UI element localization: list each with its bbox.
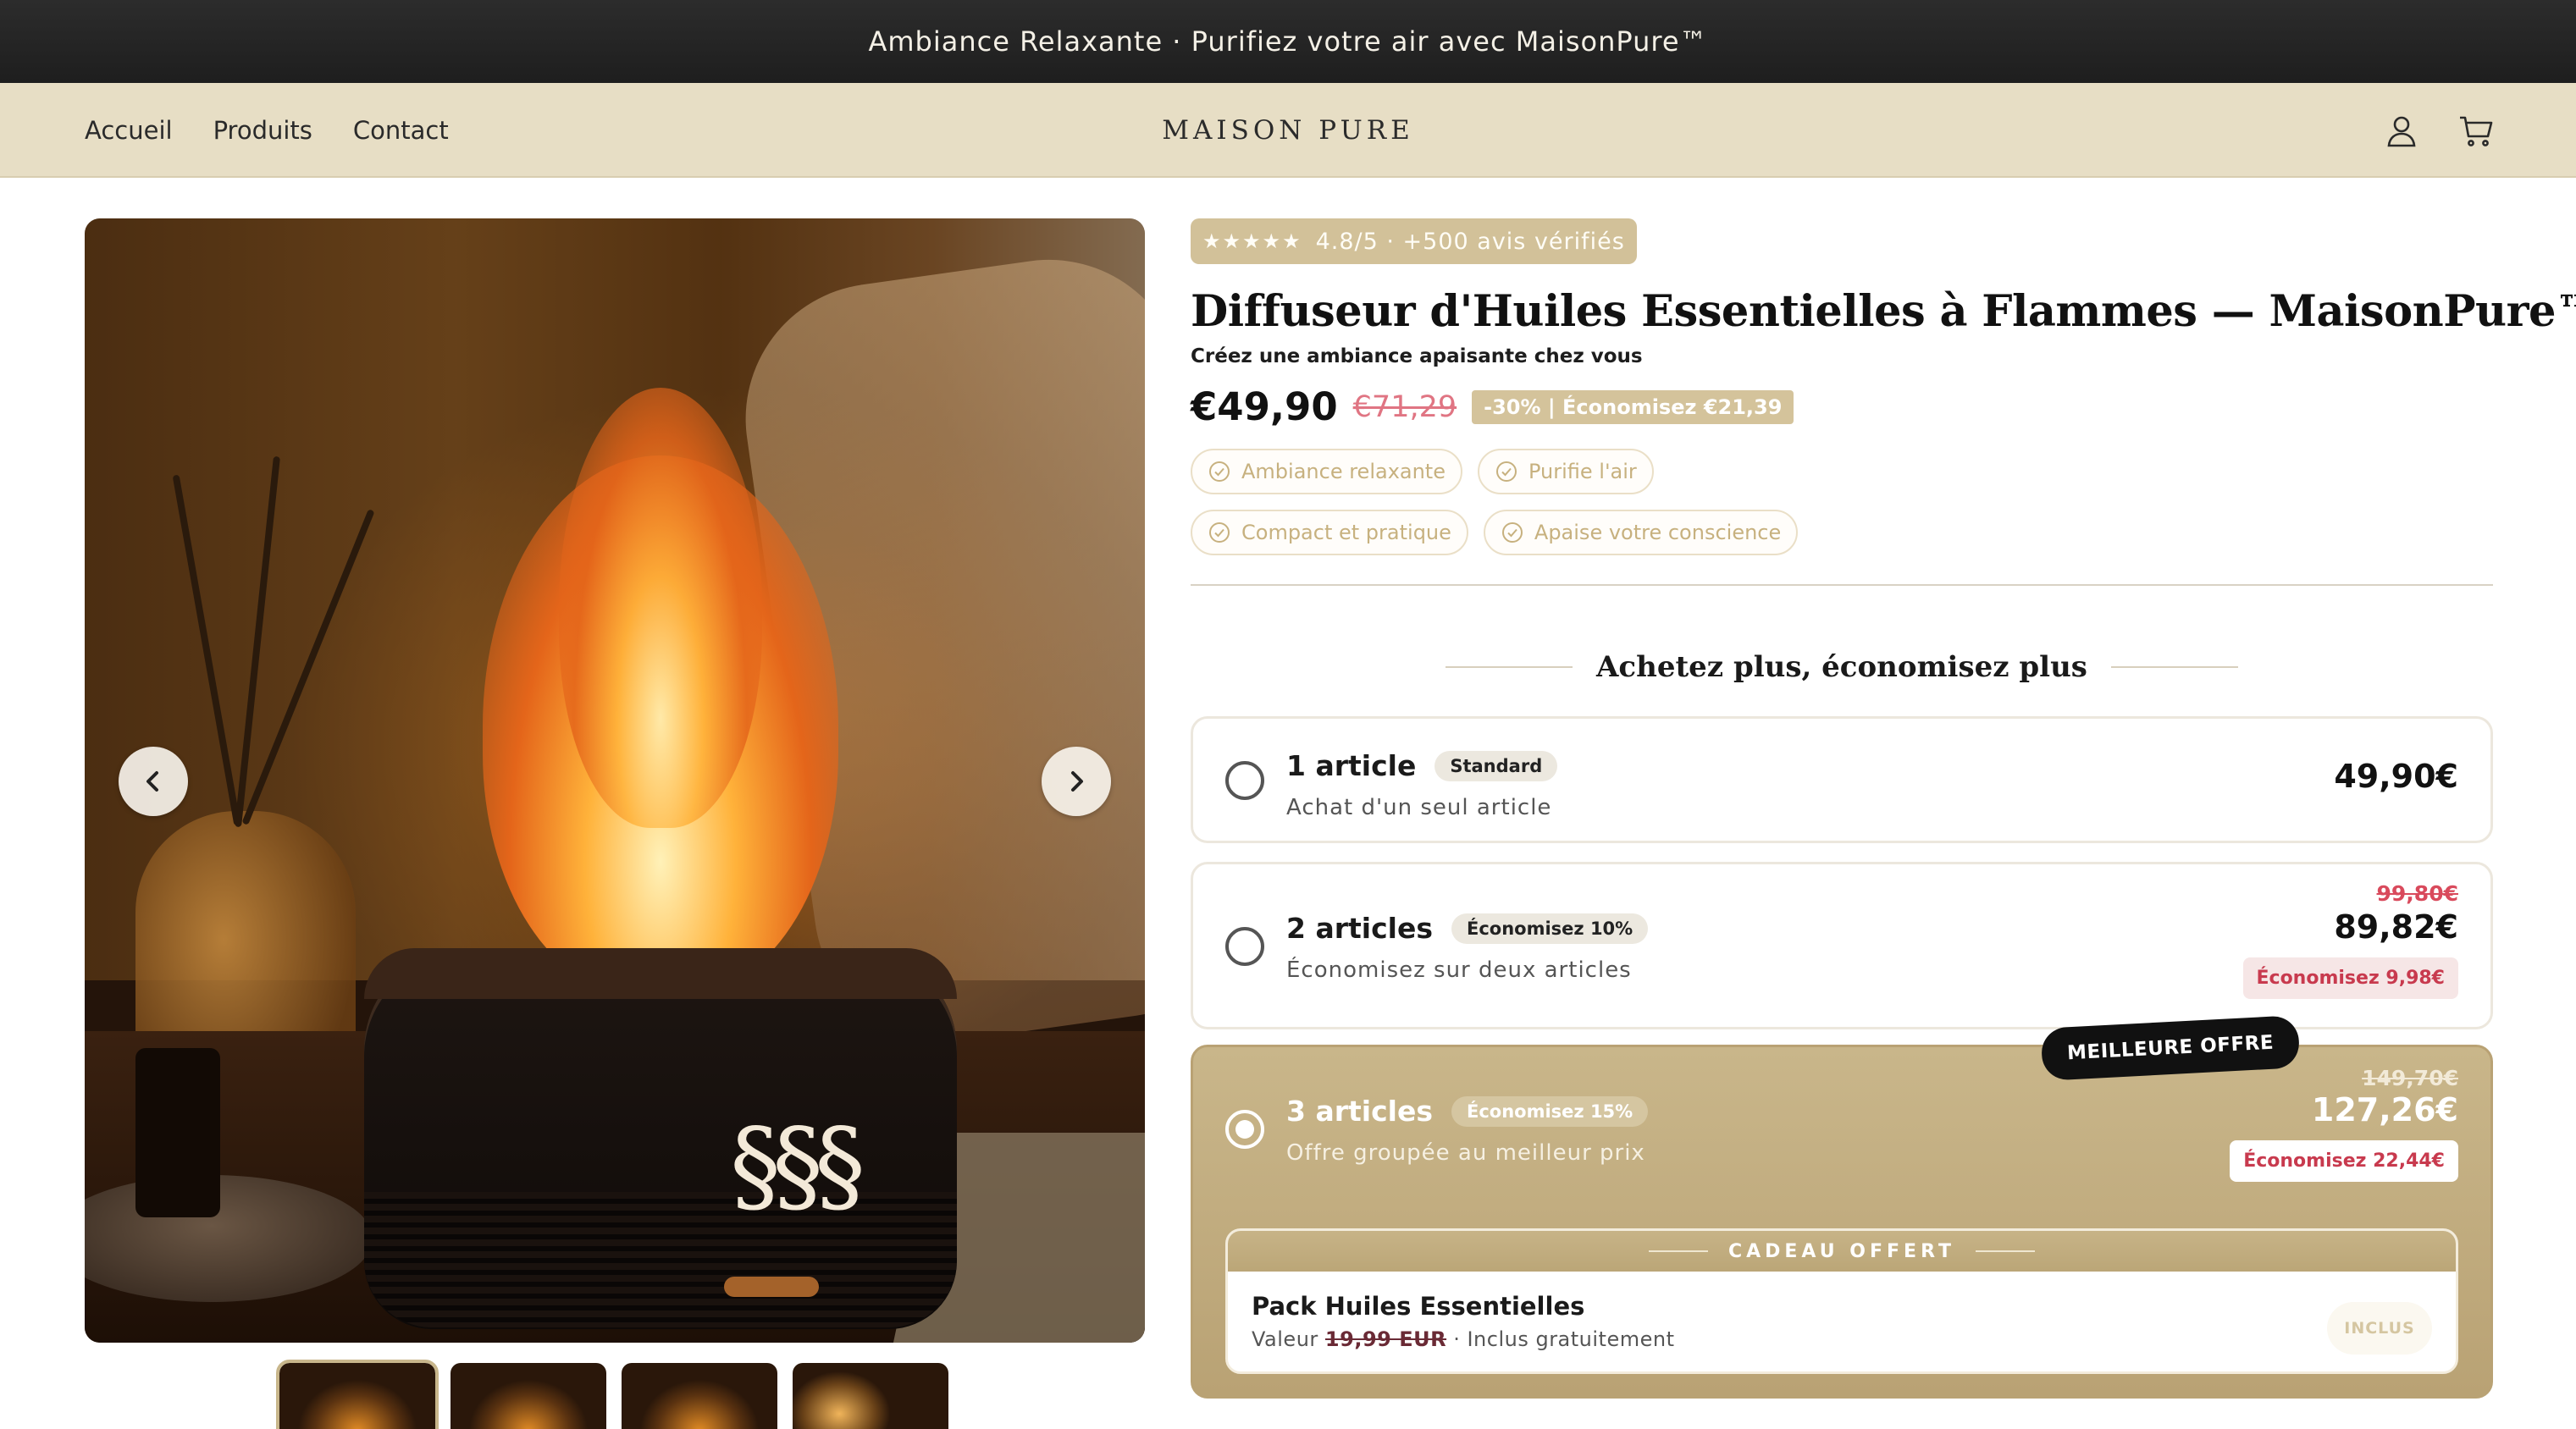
nav-link-produits[interactable]: Produits <box>213 116 312 145</box>
bundle-tag: Standard <box>1434 750 1558 781</box>
rating-stars-icon: ★★★★★ <box>1202 229 1302 253</box>
image-flame <box>559 388 762 828</box>
announcement-bar: Ambiance Relaxante · Purifiez votre air … <box>0 0 2576 83</box>
thumbnail-1[interactable] <box>276 1360 439 1429</box>
gift-header-line <box>1648 1250 1708 1252</box>
bundle-name: 3 articles <box>1286 1095 1433 1128</box>
steam-logo-icon: §§§ <box>730 1107 865 1225</box>
benefit-chip: Purifie l'air <box>1477 449 1654 494</box>
product-main-image[interactable]: §§§ <box>85 218 1145 1343</box>
bundle-name: 2 articles <box>1286 912 1433 945</box>
benefit-chip: Apaise votre conscience <box>1483 510 1799 555</box>
gift-header-line <box>1976 1250 2036 1252</box>
chevron-right-icon <box>1071 771 1083 792</box>
radio-button-selected[interactable] <box>1225 1110 1264 1149</box>
benefit-label: Ambiance relaxante <box>1241 460 1446 483</box>
bundle-name-row: 2 articles Économisez 10% <box>1286 912 1649 945</box>
gift-value-amount: 19,99 EUR <box>1324 1327 1447 1351</box>
benefit-chips: Ambiance relaxante Purifie l'air Compact… <box>1191 449 1834 555</box>
bundle-tag: Économisez 10% <box>1451 913 1649 944</box>
gallery-prev-button[interactable] <box>119 747 188 816</box>
image-diffuser-rim <box>364 948 957 999</box>
image-diffuser-buttons <box>724 1277 819 1297</box>
bundle-heading: Achetez plus, économisez plus <box>1191 650 2493 684</box>
benefit-label: Purifie l'air <box>1528 460 1637 483</box>
bundle-price: 89,82€ <box>2334 908 2458 946</box>
check-circle-icon <box>1209 522 1230 543</box>
bundle-title: Achetez plus, économisez plus <box>1596 650 2087 684</box>
benefit-label: Apaise votre conscience <box>1534 521 1782 544</box>
price-row: €49,90 €71,29 -30% | Économisez €21,39 <box>1191 384 1794 429</box>
heading-line <box>2110 666 2238 668</box>
bundle-compare-price: 99,80€ <box>2376 881 2458 906</box>
image-diffuser-base <box>364 1192 957 1327</box>
site-logo[interactable]: MAISON PURE <box>1162 115 1413 146</box>
gift-included-badge: INCLUS <box>2327 1302 2432 1355</box>
free-gift-card: CADEAU OFFERT Pack Huiles Essentielles V… <box>1225 1228 2458 1374</box>
thumbnail-2[interactable] <box>451 1363 606 1429</box>
bundle-option-2[interactable]: 2 articles Économisez 10% Économisez sur… <box>1191 862 2493 1029</box>
nav-link-contact[interactable]: Contact <box>353 116 449 145</box>
bundle-compare-price: 149,70€ <box>2362 1066 2458 1090</box>
bundle-description: Achat d'un seul article <box>1286 795 1552 820</box>
divider <box>1191 584 2493 586</box>
bundle-savings-badge: Économisez 9,98€ <box>2242 957 2458 999</box>
header-actions <box>2383 83 2495 178</box>
user-icon[interactable] <box>2383 112 2420 149</box>
bundle-price: 127,26€ <box>2311 1091 2458 1128</box>
thumbnail-3[interactable] <box>622 1363 777 1429</box>
benefit-chip: Compact et pratique <box>1191 510 1468 555</box>
bundle-description: Offre groupée au meilleur prix <box>1286 1140 1645 1166</box>
product-info: ★★★★★ 4.8/5 · +500 avis vérifiés Diffuse… <box>1191 218 2576 1399</box>
main-nav: Accueil Produits Contact <box>85 83 449 178</box>
bundle-name-row: 3 articles Économisez 15% <box>1286 1095 1649 1128</box>
gift-name: Pack Huiles Essentielles <box>1252 1292 1585 1321</box>
bundle-description: Économisez sur deux articles <box>1286 957 1632 983</box>
gift-header: CADEAU OFFERT <box>1228 1231 2456 1272</box>
check-circle-icon <box>1495 461 1517 482</box>
current-price: €49,90 <box>1191 384 1338 429</box>
bundle-price: 49,90€ <box>2334 758 2458 795</box>
check-circle-icon <box>1209 461 1230 482</box>
gift-value-suffix: · Inclus gratuitement <box>1453 1327 1675 1351</box>
site-header: Accueil Produits Contact MAISON PURE <box>0 83 2576 178</box>
product-title: Diffuseur d'Huiles Essentielles à Flamme… <box>1191 286 2576 337</box>
radio-button[interactable] <box>1225 927 1264 966</box>
bundle-name-row: 1 article Standard <box>1286 749 1558 782</box>
benefit-chip: Ambiance relaxante <box>1191 449 1462 494</box>
gift-value-label: Valeur <box>1252 1327 1318 1351</box>
heading-line <box>1446 666 1573 668</box>
bundle-savings-badge: Économisez 22,44€ <box>2230 1140 2458 1182</box>
thumbnail-4[interactable] <box>793 1363 948 1429</box>
cart-icon[interactable] <box>2457 112 2495 149</box>
benefit-label: Compact et pratique <box>1241 521 1451 544</box>
bundle-name: 1 article <box>1286 749 1417 782</box>
discount-badge: -30% | Économisez €21,39 <box>1472 389 1794 424</box>
gallery-next-button[interactable] <box>1042 747 1111 816</box>
announcement-text: Ambiance Relaxante · Purifiez votre air … <box>868 25 1708 58</box>
rating-text: 4.8/5 · +500 avis vérifiés <box>1315 228 1625 255</box>
gallery-thumbnails <box>276 1360 948 1429</box>
compare-price: €71,29 <box>1352 389 1457 424</box>
gift-value: Valeur 19,99 EUR · Inclus gratuitement <box>1252 1327 1675 1351</box>
rating-badge: ★★★★★ 4.8/5 · +500 avis vérifiés <box>1191 218 1637 264</box>
bundle-option-3[interactable]: MEILLEURE OFFRE 3 articles Économisez 15… <box>1191 1015 2493 1399</box>
radio-button[interactable] <box>1225 761 1264 800</box>
image-oil-bottle <box>135 1048 220 1217</box>
bundle-tag: Économisez 15% <box>1451 1095 1649 1127</box>
bundle-option-1[interactable]: 1 article Standard Achat d'un seul artic… <box>1191 716 2493 843</box>
gift-header-label: CADEAU OFFERT <box>1727 1240 1956 1262</box>
check-circle-icon <box>1501 522 1523 543</box>
nav-link-accueil[interactable]: Accueil <box>85 116 173 145</box>
product-subtitle: Créez une ambiance apaisante chez vous <box>1191 345 1643 367</box>
chevron-left-icon <box>146 771 158 792</box>
